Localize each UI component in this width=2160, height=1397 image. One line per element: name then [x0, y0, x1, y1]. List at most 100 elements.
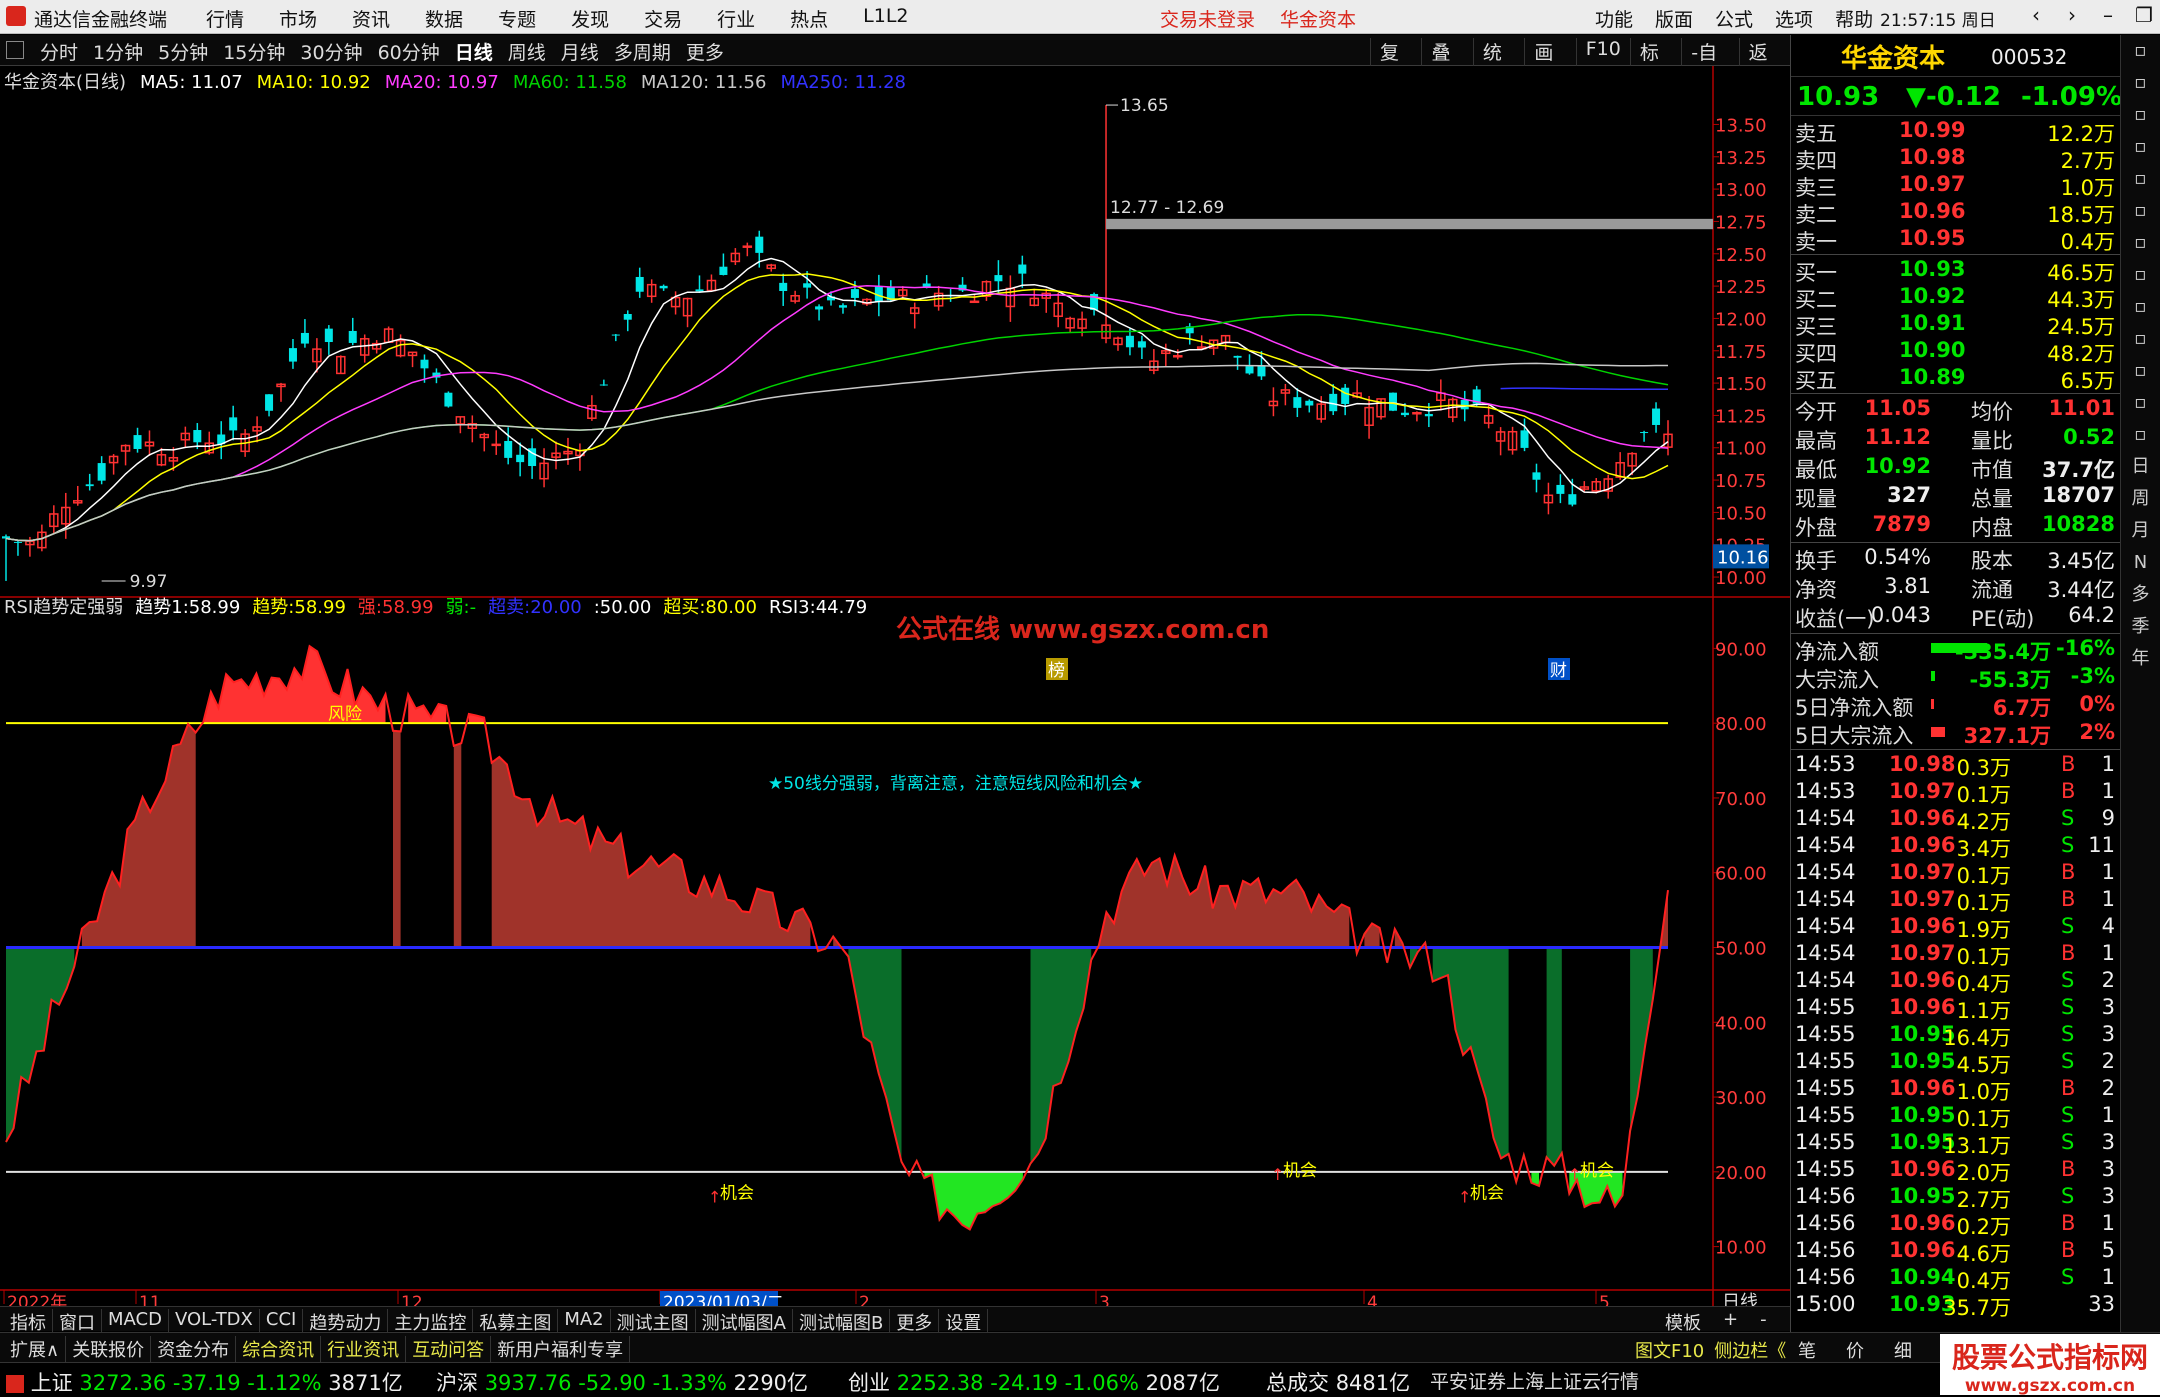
extension-tab[interactable]: 关联报价 — [66, 1336, 152, 1362]
back-icon[interactable]: ‹ — [2018, 3, 2054, 27]
tick-count: 4 — [2101, 914, 2115, 938]
brand-watermark: 股票公式指标网 www.gszx.com.cn — [1940, 1334, 2160, 1396]
period-tab[interactable]: 30分钟 — [300, 38, 362, 65]
period-tab[interactable]: 60分钟 — [378, 38, 440, 65]
restore-icon[interactable]: ❐ — [2126, 3, 2160, 27]
menu-item[interactable]: 市场 — [279, 5, 317, 32]
period-tab[interactable]: 月线 — [561, 38, 599, 65]
quote-nav-tab[interactable]: 细 — [1894, 1337, 1912, 1363]
candle-body — [1388, 392, 1397, 411]
extension-tab[interactable]: 综合资讯 — [236, 1336, 322, 1362]
sidebar-period[interactable]: 日 — [2121, 451, 2160, 483]
sidebar-period[interactable]: N — [2121, 547, 2160, 579]
right-menu-item[interactable]: 帮助 — [1835, 5, 1873, 32]
right-menu-item[interactable]: 公式 — [1715, 5, 1753, 32]
menu-item[interactable]: 资讯 — [352, 5, 390, 32]
sh-index[interactable]: 上证 3272.36 -37.19 -1.12% 3871亿 — [6, 1367, 403, 1397]
right-menu-item[interactable]: 选项 — [1775, 5, 1813, 32]
period-tab[interactable]: 分时 — [40, 38, 78, 65]
extension-tab[interactable]: 资金分布 — [151, 1336, 237, 1362]
tick-side: B — [2061, 941, 2076, 965]
period-tab[interactable]: 更多 — [686, 38, 724, 65]
ma-legend-value: 11.28 — [854, 72, 906, 93]
ma-legend-value: 11.56 — [715, 72, 767, 93]
kline-chart[interactable]: 13.50 13.25 13.00 12.75 12.50 12.25 12.00 11.75… — [0, 66, 1790, 1313]
tick-count: 1 — [2101, 1103, 2115, 1127]
chart-area[interactable]: 13.50 13.25 13.00 12.75 12.50 12.25 12.00 11.75… — [0, 66, 1790, 1313]
extension-link[interactable]: 侧边栏《 — [1714, 1337, 1786, 1363]
candle-body — [504, 440, 513, 458]
sidebar-period[interactable]: 多 — [2121, 579, 2160, 611]
tick-time: 14:55 — [1795, 1022, 1856, 1046]
trade-login-status[interactable]: 交易未登录 — [1160, 5, 1255, 32]
compare-icon[interactable]: ▫ — [2121, 259, 2160, 291]
period-tab[interactable]: 15分钟 — [223, 38, 285, 65]
menu-item[interactable]: 交易 — [644, 5, 682, 32]
menu-item[interactable]: 热点 — [790, 5, 828, 32]
tick-time: 14:55 — [1795, 1103, 1856, 1127]
ask-price: 10.95 — [1899, 226, 1966, 250]
tick-side: S — [2061, 806, 2075, 830]
sidebar-period[interactable]: 周 — [2121, 483, 2160, 515]
chart-icon[interactable]: ▫ — [2121, 227, 2160, 259]
menu-item[interactable]: 发现 — [571, 5, 609, 32]
up-icon[interactable]: ▫ — [2121, 67, 2160, 99]
tick-time: 14:53 — [1795, 779, 1856, 803]
news-icon[interactable]: ▫ — [2121, 195, 2160, 227]
quote-nav-tab[interactable]: 笔 — [1798, 1337, 1816, 1363]
right-menu-item[interactable]: 功能 — [1595, 5, 1633, 32]
menu-item[interactable]: L1L2 — [863, 5, 908, 32]
extension-tab[interactable]: 互动问答 — [406, 1336, 492, 1362]
cy-pct: -1.06% — [1064, 1371, 1139, 1395]
candle-body — [719, 266, 728, 275]
panel-toggle-icon[interactable] — [6, 41, 24, 59]
rsi-tick-label: 50.00 — [1715, 939, 1767, 960]
extension-link[interactable]: 图文F10 — [1635, 1337, 1704, 1363]
tick-row: 14:55 10.95 16.4万 S 3 — [1791, 1021, 2121, 1050]
period-tab[interactable]: 多周期 — [614, 38, 671, 65]
period-tab[interactable]: 1分钟 — [93, 38, 143, 65]
extension-tab[interactable]: 行业资讯 — [321, 1336, 407, 1362]
flows-separator — [1791, 633, 2121, 634]
right-menu-item[interactable]: 版面 — [1655, 5, 1693, 32]
menu-item[interactable]: 行情 — [206, 5, 244, 32]
period-tab[interactable]: 日线 — [455, 38, 493, 65]
grid-icon[interactable]: ▫ — [2121, 163, 2160, 195]
menu-item[interactable]: 行业 — [717, 5, 755, 32]
circle-icon[interactable]: ▫ — [2121, 419, 2160, 451]
extension-tab[interactable]: 扩展∧ — [4, 1336, 67, 1362]
forward-icon[interactable]: › — [2054, 3, 2090, 27]
menu-item[interactable]: 数据 — [425, 5, 463, 32]
total-amt: 8481亿 — [1335, 1371, 1411, 1395]
candle-body — [815, 306, 824, 310]
period-tab[interactable]: 5分钟 — [158, 38, 208, 65]
table-icon[interactable]: ▫ — [2121, 387, 2160, 419]
sidebar-period[interactable]: 季 — [2121, 611, 2160, 643]
tick-side: B — [2061, 887, 2076, 911]
extension-tabs: 扩展∧ 关联报价 资金分布 综合资讯 行业资讯 互动问答 新用户福利专享 — [4, 1336, 631, 1362]
price-change: ▼-0.12 — [1906, 82, 2001, 112]
quote-nav-tab[interactable]: 价 — [1846, 1337, 1864, 1363]
doc-icon[interactable]: ▫ — [2121, 355, 2160, 387]
cy-index[interactable]: 创业 2252.38 -24.19 -1.06% 2087亿 — [848, 1367, 1220, 1397]
home-icon[interactable]: ▫ — [2121, 35, 2160, 67]
price-tick-label: 12.75 — [1715, 212, 1767, 233]
sidebar-period[interactable]: 年 — [2121, 643, 2160, 675]
stats-separator — [1791, 393, 2121, 394]
sz-index[interactable]: 沪深 3937.76 -52.90 -1.33% 2290亿 — [436, 1367, 808, 1397]
x-axis-period: 日线 — [1722, 1292, 1758, 1306]
down-icon[interactable]: ▫ — [2121, 99, 2160, 131]
sidebar-period[interactable]: 月 — [2121, 515, 2160, 547]
f10-icon[interactable]: ▫ — [2121, 291, 2160, 323]
tick-price: 10.96 — [1889, 995, 1956, 1019]
minimize-icon[interactable]: – — [2090, 3, 2126, 27]
period-tab[interactable]: 周线 — [508, 38, 546, 65]
candle-body — [1341, 387, 1350, 404]
stat-label: 总量 — [1971, 487, 2013, 511]
low-label: 9.97 — [130, 572, 168, 592]
price-line: 10.93 ▼-0.12 -1.09% — [1791, 78, 2122, 116]
list-icon[interactable]: ▫ — [2121, 131, 2160, 163]
extension-tab[interactable]: 新用户福利专享 — [491, 1336, 631, 1362]
gear-icon[interactable]: ▫ — [2121, 323, 2160, 355]
menu-item[interactable]: 专题 — [498, 5, 536, 32]
